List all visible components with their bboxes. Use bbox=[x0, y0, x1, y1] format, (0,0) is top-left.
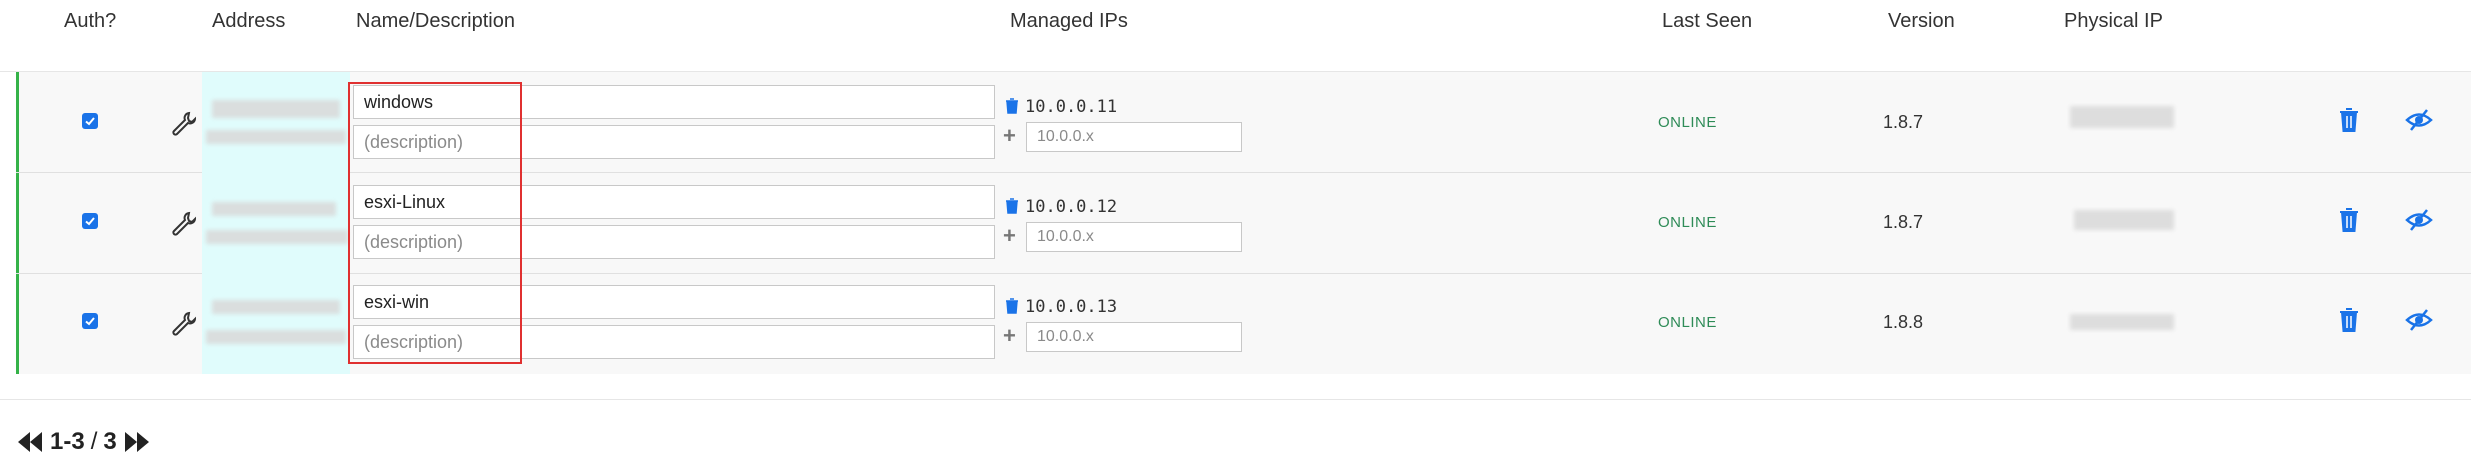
physical-ip-redacted bbox=[2070, 106, 2174, 128]
highlight-box bbox=[348, 82, 522, 364]
address-redacted bbox=[212, 202, 336, 216]
plus-icon[interactable]: + bbox=[1003, 125, 1016, 147]
wrench-icon[interactable] bbox=[170, 110, 196, 136]
address-redacted bbox=[212, 100, 340, 118]
eye-slash-icon[interactable] bbox=[2405, 307, 2433, 333]
col-header-address: Address bbox=[212, 10, 286, 32]
col-header-managed-ips: Managed IPs bbox=[1010, 10, 1128, 32]
address-redacted bbox=[206, 130, 346, 144]
status-badge: ONLINE bbox=[1658, 214, 1717, 231]
managed-ip-value: 10.0.0.12 bbox=[1025, 197, 1118, 217]
managed-ip-value: 10.0.0.11 bbox=[1025, 97, 1118, 117]
page-range: 1-3 bbox=[50, 428, 85, 455]
check-icon bbox=[85, 117, 95, 126]
trash-icon[interactable] bbox=[2338, 307, 2360, 333]
address-redacted bbox=[206, 330, 346, 344]
col-header-name-description: Name/Description bbox=[356, 10, 515, 32]
col-header-version: Version bbox=[1888, 10, 1955, 32]
physical-ip-redacted bbox=[2070, 314, 2174, 330]
wrench-icon[interactable] bbox=[170, 210, 196, 236]
trash-icon[interactable] bbox=[1005, 198, 1019, 214]
col-header-last-seen: Last Seen bbox=[1662, 10, 1753, 32]
plus-icon[interactable]: + bbox=[1003, 225, 1016, 247]
auth-checkbox[interactable] bbox=[82, 213, 98, 229]
double-chevron-right-icon[interactable] bbox=[123, 430, 151, 454]
managed-ip-value: 10.0.0.13 bbox=[1025, 297, 1118, 317]
pagination: 1-3 / 3 bbox=[16, 428, 151, 456]
eye-slash-icon[interactable] bbox=[2405, 107, 2433, 133]
physical-ip-redacted bbox=[2074, 210, 2174, 230]
address-redacted bbox=[206, 230, 348, 244]
address-redacted bbox=[212, 300, 340, 314]
eye-slash-icon[interactable] bbox=[2405, 207, 2433, 233]
add-managed-ip-input[interactable]: 10.0.0.x bbox=[1026, 222, 1242, 252]
version-value: 1.8.8 bbox=[1883, 312, 1924, 332]
check-icon bbox=[85, 217, 95, 226]
trash-icon[interactable] bbox=[1005, 98, 1019, 114]
double-chevron-left-icon[interactable] bbox=[16, 430, 44, 454]
col-header-auth: Auth? bbox=[64, 10, 117, 32]
page-total: 3 bbox=[103, 428, 117, 455]
status-badge: ONLINE bbox=[1658, 114, 1717, 131]
wrench-icon[interactable] bbox=[170, 310, 196, 336]
status-badge: ONLINE bbox=[1658, 314, 1717, 331]
add-managed-ip-input[interactable]: 10.0.0.x bbox=[1026, 322, 1242, 352]
page-separator: / bbox=[90, 428, 98, 455]
plus-icon[interactable]: + bbox=[1003, 325, 1016, 347]
table-bottom-border bbox=[0, 399, 2471, 400]
col-header-physical-ip: Physical IP bbox=[2064, 10, 2163, 32]
auth-checkbox[interactable] bbox=[82, 113, 98, 129]
version-value: 1.8.7 bbox=[1883, 212, 1924, 232]
add-managed-ip-input[interactable]: 10.0.0.x bbox=[1026, 122, 1242, 152]
check-icon bbox=[85, 317, 95, 326]
version-value: 1.8.7 bbox=[1883, 112, 1924, 132]
auth-checkbox[interactable] bbox=[82, 313, 98, 329]
trash-icon[interactable] bbox=[1005, 298, 1019, 314]
trash-icon[interactable] bbox=[2338, 107, 2360, 133]
trash-icon[interactable] bbox=[2338, 207, 2360, 233]
